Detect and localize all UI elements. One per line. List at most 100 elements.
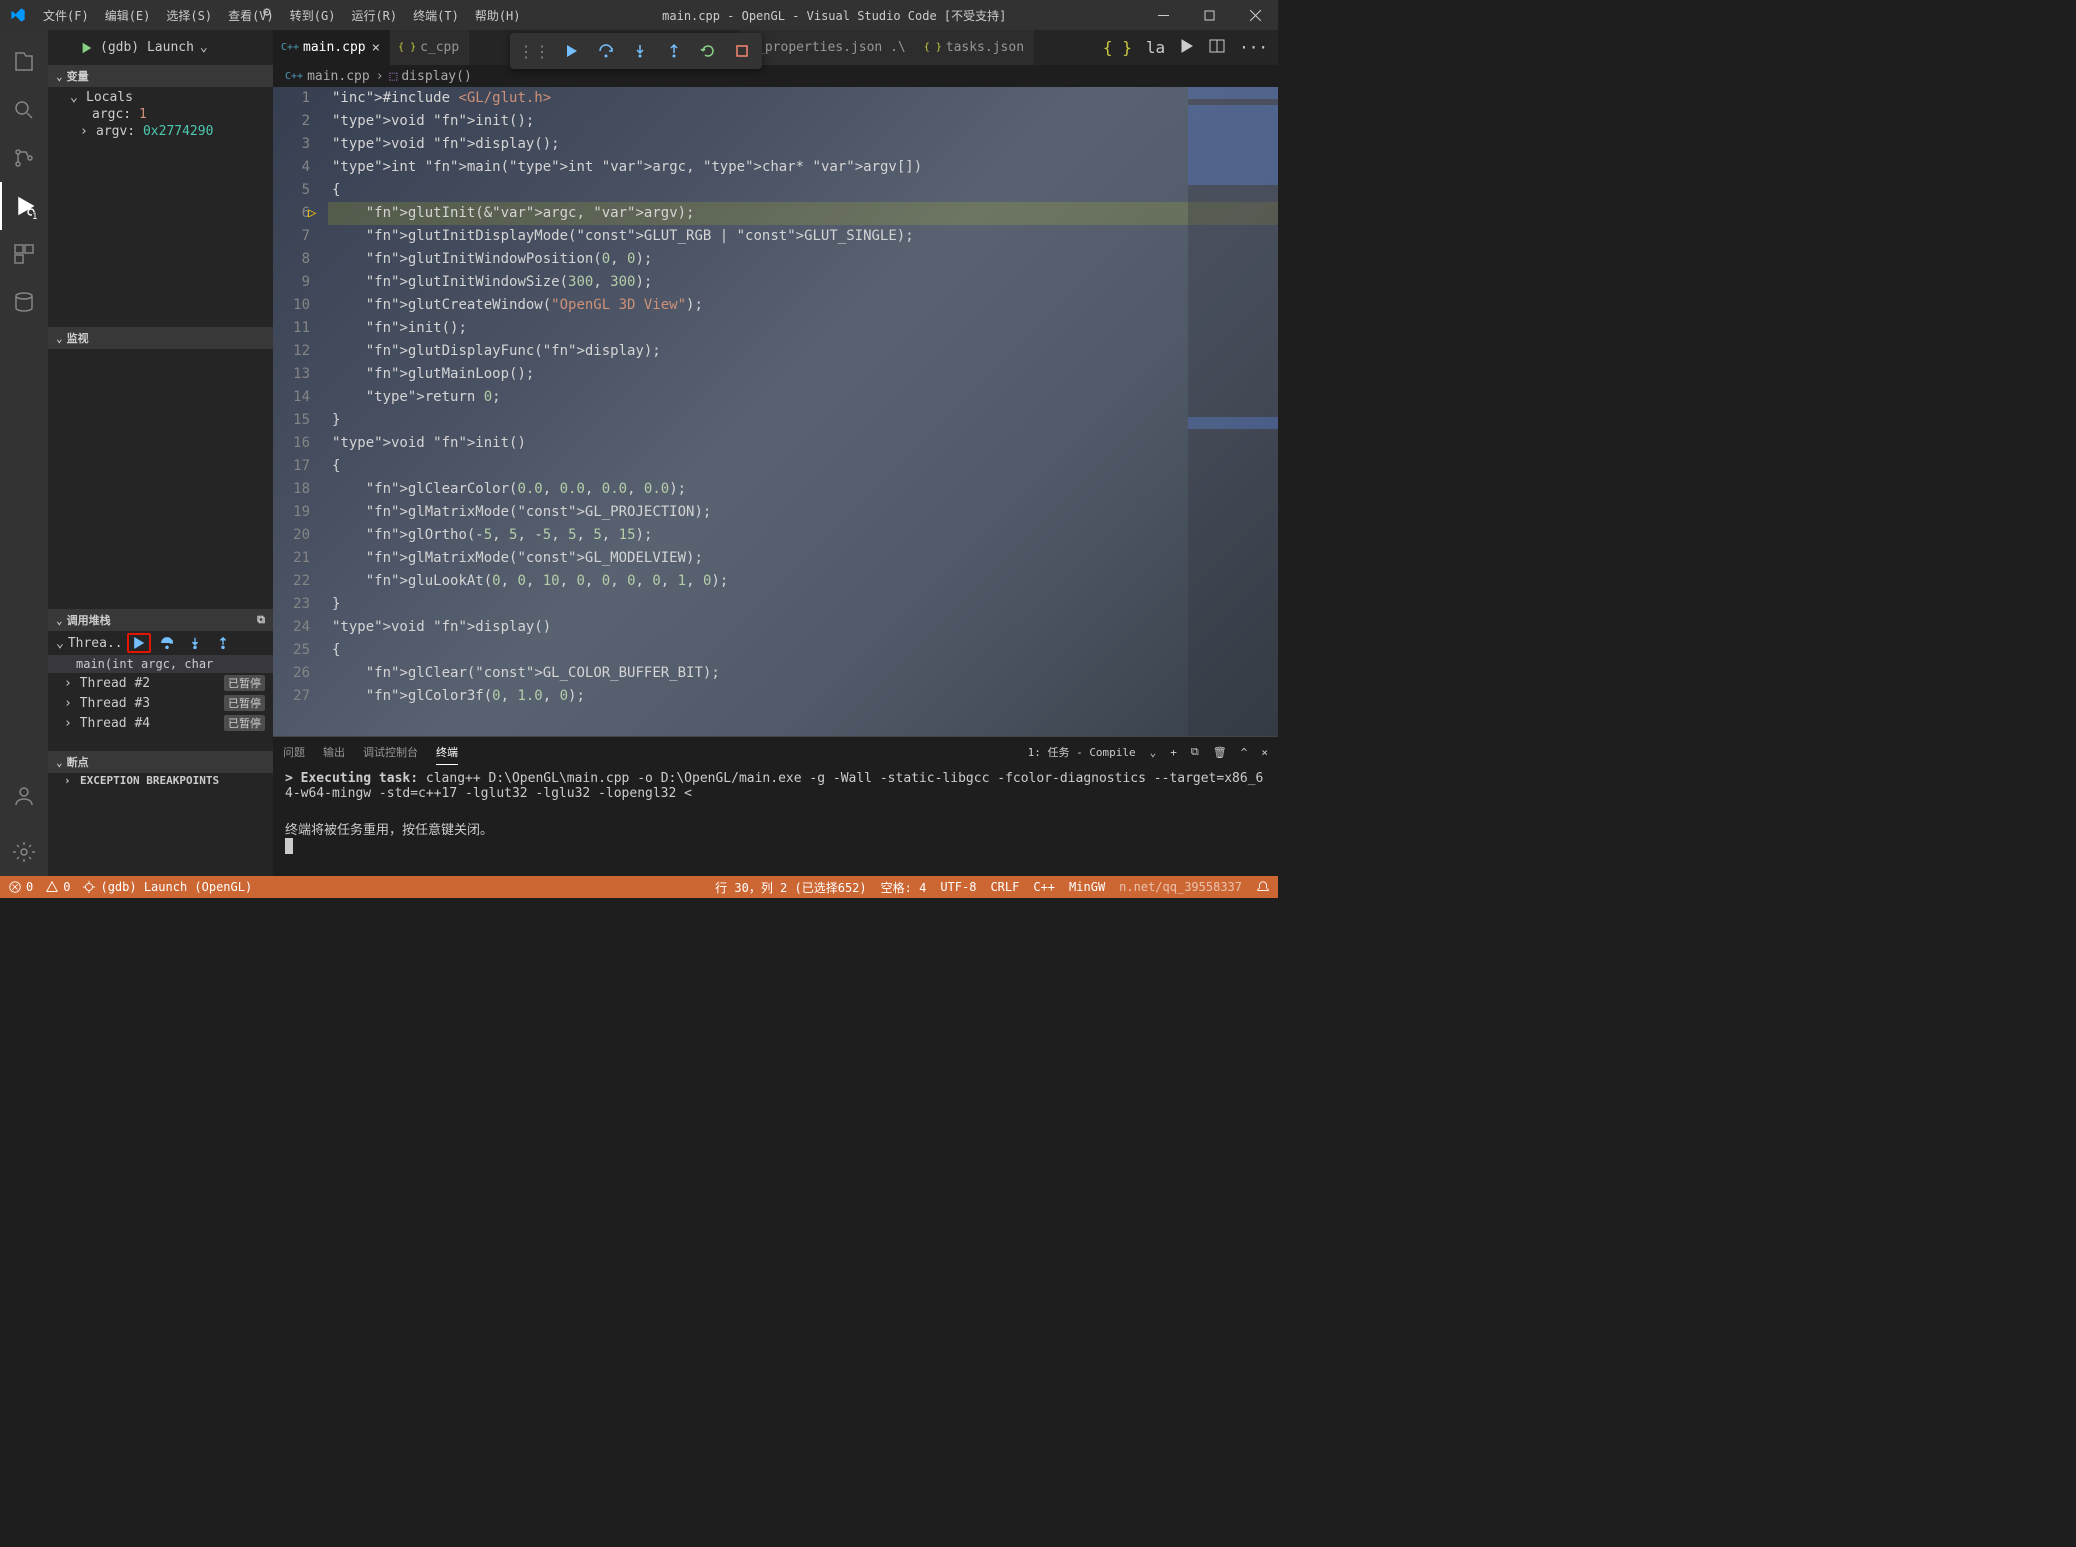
window-title: main.cpp - OpenGL - Visual Studio Code [… [529,7,1141,24]
line-gutter: ▷ 12345678910111213141516171819202122232… [273,87,328,736]
stack-frame[interactable]: main(int argc, char [48,655,273,673]
split-editor-icon[interactable] [1209,38,1225,58]
watch-section-header[interactable]: ⌄监视 [48,327,273,349]
panel-tab-problems[interactable]: 问题 [283,740,305,764]
restart-button[interactable] [692,37,724,65]
close-button[interactable] [1232,0,1278,30]
terminal-body[interactable]: > Executing task: clang++ D:\OpenGL\main… [273,767,1278,876]
maximize-button[interactable] [1186,0,1232,30]
step-over-button[interactable] [155,633,179,653]
tab-main-cpp[interactable]: C++main.cpp× [273,30,390,65]
vscode-logo-icon [0,7,35,23]
accounts-icon[interactable] [0,772,48,820]
panel-tab-output[interactable]: 输出 [323,740,345,764]
thread-3[interactable]: › Thread #3已暂停 [48,693,273,713]
breadcrumb-symbol[interactable]: ⬚ display() [390,69,472,84]
extensions-icon[interactable] [0,230,48,278]
search-icon[interactable] [0,86,48,134]
db-icon[interactable] [0,278,48,326]
menu-file[interactable]: 文件(F) [35,7,97,24]
tab-c-cpp[interactable]: { }c_cpp [390,30,469,65]
cpp-icon: C++ [283,41,297,55]
close-tab-icon[interactable]: × [372,40,380,56]
maximize-panel-icon[interactable]: ^ [1241,746,1248,759]
status-cursor[interactable]: 行 30，列 2 (已选择652) [715,879,866,896]
debug-toolbar[interactable]: ⋮⋮ [510,33,762,69]
panel-tab-debug-console[interactable]: 调试控制台 [363,740,418,764]
menu-help[interactable]: 帮助(H) [467,7,529,24]
tab-tasks[interactable]: { }tasks.json [916,30,1034,65]
settings-icon[interactable] [0,828,48,876]
variable-argc[interactable]: argc: 1 [48,106,273,123]
thread-name[interactable]: Threa.. [68,636,123,651]
status-debug-target[interactable]: (gdb) Launch (OpenGL) [82,880,252,894]
exception-bp-label: EXCEPTION BREAKPOINTS [80,774,219,787]
cpp-icon: C++ [285,71,303,82]
split-terminal-icon[interactable]: ⧉ [1191,745,1199,759]
status-errors[interactable]: 0 [8,880,33,894]
run-config-dropdown[interactable]: (gdb) Launch ⌄ [68,40,220,55]
status-lang[interactable]: C++ [1033,879,1055,896]
explorer-icon[interactable] [0,38,48,86]
chevron-down-icon[interactable]: ⌄ [1150,746,1157,759]
status-bar: 0 0 (gdb) Launch (OpenGL) 行 30，列 2 (已选择6… [0,876,1278,898]
status-spaces[interactable]: 空格: 4 [881,879,927,896]
var-name: argc: [92,107,131,122]
minimize-button[interactable] [1140,0,1186,30]
continue-button[interactable] [127,633,151,653]
error-count: 0 [26,880,33,894]
step-out-button[interactable] [211,633,235,653]
menu-terminal[interactable]: 终端(T) [405,7,467,24]
stop-button[interactable] [726,37,758,65]
tab-properties[interactable]: p_properties.json .\ [739,30,916,65]
code-editor[interactable]: ▷ 12345678910111213141516171819202122232… [273,87,1278,736]
variables-section-header[interactable]: ⌄变量 [48,65,273,87]
step-into-button[interactable] [624,37,656,65]
status-bell-icon[interactable] [1256,879,1270,896]
step-into-button[interactable] [183,633,207,653]
code-lines[interactable]: "inc">#include <GL/glut.h>"type">void "f… [328,87,1278,736]
status-encoding[interactable]: UTF-8 [940,879,976,896]
locals-scope[interactable]: ⌄Locals [48,89,273,106]
status-compiler[interactable]: MinGW [1069,879,1105,896]
continue-button[interactable] [556,37,588,65]
json-icon: { } [1103,38,1132,57]
exception-breakpoints[interactable]: ›EXCEPTION BREAKPOINTS [48,773,273,788]
breakpoints-section-header[interactable]: ⌄断点 [48,751,273,773]
kill-terminal-icon[interactable]: 🗑 [1213,746,1227,759]
menu-goto[interactable]: 转到(G) [282,7,344,24]
more-icon[interactable]: ··· [1239,38,1268,57]
menu-view[interactable]: 查看(V) [220,7,282,24]
status-eol[interactable]: CRLF [990,879,1019,896]
menu-run[interactable]: 运行(R) [343,7,405,24]
new-terminal-icon[interactable]: + [1170,746,1177,759]
variable-argv[interactable]: ›argv: 0x2774290 [48,123,273,140]
callstack-section-header[interactable]: ⌄调用堆栈⧉ [48,609,273,631]
step-over-button[interactable] [590,37,622,65]
terminal-task-dropdown[interactable]: 1: 任务 - Compile [1028,744,1136,760]
callstack-icon[interactable]: ⧉ [257,613,265,627]
grip-icon[interactable]: ⋮⋮ [514,42,554,61]
source-control-icon[interactable] [0,134,48,182]
thread-4[interactable]: › Thread #4已暂停 [48,713,273,733]
panel: 问题 输出 调试控制台 终端 1: 任务 - Compile ⌄ + ⧉ 🗑 ^… [273,736,1278,876]
menu-edit[interactable]: 编辑(E) [97,7,159,24]
warning-count: 0 [63,880,70,894]
status-warnings[interactable]: 0 [45,880,70,894]
close-panel-icon[interactable]: × [1261,746,1268,759]
panel-tabs: 问题 输出 调试控制台 终端 1: 任务 - Compile ⌄ + ⧉ 🗑 ^… [273,737,1278,767]
panel-tab-terminal[interactable]: 终端 [436,740,458,765]
step-out-button[interactable] [658,37,690,65]
callstack-toolbar: ⌄ Threa.. [48,631,273,655]
chevron-down-icon[interactable]: ⌄ [56,636,64,651]
tab-la[interactable]: la [1146,38,1165,57]
titlebar: 文件(F) 编辑(E) 选择(S) 查看(V) 转到(G) 运行(R) 终端(T… [0,0,1278,30]
thread-2[interactable]: › Thread #2已暂停 [48,673,273,693]
menu-select[interactable]: 选择(S) [158,7,220,24]
thread-name: Thread #4 [80,716,150,731]
crumb-label: display() [401,69,471,84]
breadcrumb-file[interactable]: C++ main.cpp [285,69,370,84]
minimap[interactable] [1188,87,1278,736]
run-debug-icon[interactable]: 1 [0,182,48,230]
run-icon[interactable] [1179,38,1195,58]
